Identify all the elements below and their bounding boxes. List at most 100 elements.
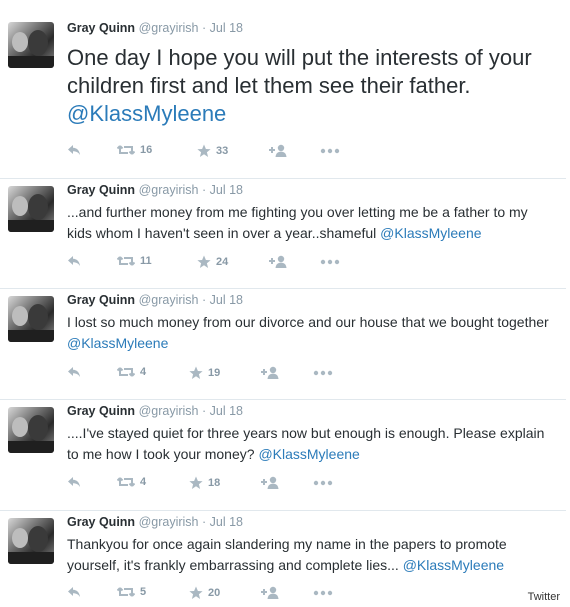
favorite-count: 24	[216, 256, 229, 268]
reply-icon	[68, 256, 80, 266]
favorite-button[interactable]: 18	[189, 476, 220, 490]
author-name[interactable]: Gray Quinn	[67, 515, 135, 529]
tweet-body: I lost so much money from our divorce an…	[67, 314, 549, 330]
author-handle[interactable]: @grayirish	[139, 183, 199, 197]
reply-icon	[68, 587, 80, 597]
follow-icon	[269, 255, 287, 268]
star-icon	[197, 255, 211, 268]
retweet-button[interactable]: 4	[117, 476, 146, 488]
more-button[interactable]	[320, 148, 340, 154]
tweet-date[interactable]: Jul 18	[210, 293, 243, 307]
tweet-date[interactable]: Jul 18	[210, 404, 243, 418]
tweet: Gray Quinn @grayirish · Jul 18 I lost so…	[0, 288, 566, 400]
follow-icon	[269, 144, 287, 157]
follow-icon	[261, 586, 279, 599]
favorite-button[interactable]: 33	[197, 144, 228, 158]
mention-link[interactable]: @KlassMyleene	[403, 557, 504, 573]
mention-link[interactable]: @KlassMyleene	[67, 101, 226, 126]
favorite-count: 20	[208, 587, 221, 599]
more-button[interactable]	[313, 590, 333, 596]
follow-icon	[261, 366, 279, 379]
author-name[interactable]: Gray Quinn	[67, 293, 135, 307]
separator: ·	[201, 515, 207, 529]
mention-link[interactable]: @KlassMyleene	[258, 446, 359, 462]
author-name[interactable]: Gray Quinn	[67, 21, 135, 35]
more-icon	[313, 370, 333, 376]
reply-icon	[68, 367, 80, 377]
avatar[interactable]	[8, 22, 54, 68]
retweet-button[interactable]: 16	[117, 144, 152, 156]
tweet-header: Gray Quinn @grayirish · Jul 18	[67, 515, 243, 529]
avatar[interactable]	[8, 407, 54, 453]
more-icon	[313, 480, 333, 486]
follow-button[interactable]	[268, 144, 288, 158]
retweet-count: 5	[140, 586, 147, 598]
tweet-body: One day I hope you will put the interest…	[67, 45, 532, 98]
image-credit: Twitter	[527, 591, 560, 603]
tweet-text: ....I've stayed quiet for three years no…	[67, 423, 556, 465]
author-name[interactable]: Gray Quinn	[67, 404, 135, 418]
tweet: Gray Quinn @grayirish · Jul 18 ....I've …	[0, 399, 566, 511]
tweet: Gray Quinn @grayirish · Jul 18 One day I…	[0, 0, 566, 179]
avatar[interactable]	[8, 296, 54, 342]
star-icon	[189, 586, 203, 599]
author-handle[interactable]: @grayirish	[139, 21, 199, 35]
star-icon	[189, 366, 203, 379]
author-handle[interactable]: @grayirish	[139, 515, 199, 529]
separator: ·	[201, 293, 207, 307]
favorite-button[interactable]: 20	[189, 586, 220, 600]
tweet-header: Gray Quinn @grayirish · Jul 18	[67, 183, 243, 197]
tweet-text: Thankyou for once again slandering my na…	[67, 534, 556, 576]
more-button[interactable]	[313, 370, 333, 376]
follow-button[interactable]	[260, 476, 280, 490]
favorite-count: 33	[216, 145, 229, 157]
tweet: Gray Quinn @grayirish · Jul 18 Thankyou …	[0, 510, 566, 607]
favorite-button[interactable]: 19	[189, 366, 220, 380]
tweet-header: Gray Quinn @grayirish · Jul 18	[67, 21, 243, 35]
follow-button[interactable]	[260, 586, 280, 600]
tweet-text: ...and further money from me fighting yo…	[67, 202, 556, 244]
tweet-date[interactable]: Jul 18	[210, 515, 243, 529]
more-icon	[320, 148, 340, 154]
follow-button[interactable]	[260, 366, 280, 380]
separator: ·	[201, 21, 207, 35]
retweet-icon	[117, 367, 135, 377]
avatar[interactable]	[8, 518, 54, 564]
reply-button[interactable]	[67, 366, 81, 378]
author-handle[interactable]: @grayirish	[139, 293, 199, 307]
tweet-text: One day I hope you will put the interest…	[67, 44, 556, 128]
star-icon	[189, 476, 203, 489]
reply-button[interactable]	[67, 144, 81, 156]
retweet-button[interactable]: 4	[117, 366, 146, 378]
retweet-count: 4	[140, 366, 147, 378]
tweet-header: Gray Quinn @grayirish · Jul 18	[67, 404, 243, 418]
tweet-date[interactable]: Jul 18	[210, 21, 243, 35]
follow-icon	[261, 476, 279, 489]
retweet-count: 4	[140, 476, 147, 488]
avatar[interactable]	[8, 186, 54, 232]
more-button[interactable]	[313, 480, 333, 486]
reply-button[interactable]	[67, 586, 81, 598]
tweet-text: I lost so much money from our divorce an…	[67, 312, 556, 354]
retweet-button[interactable]: 5	[117, 586, 146, 598]
reply-button[interactable]	[67, 255, 81, 267]
tweet-date[interactable]: Jul 18	[210, 183, 243, 197]
author-name[interactable]: Gray Quinn	[67, 183, 135, 197]
follow-button[interactable]	[268, 255, 288, 269]
more-button[interactable]	[320, 259, 340, 265]
retweet-count: 11	[140, 255, 152, 267]
tweet-header: Gray Quinn @grayirish · Jul 18	[67, 293, 243, 307]
reply-icon	[68, 145, 80, 155]
mention-link[interactable]: @KlassMyleene	[67, 335, 168, 351]
star-icon	[197, 144, 211, 157]
more-icon	[313, 590, 333, 596]
retweet-button[interactable]: 11	[117, 255, 152, 267]
retweet-count: 16	[140, 144, 153, 156]
reply-button[interactable]	[67, 476, 81, 488]
separator: ·	[201, 404, 207, 418]
tweet: Gray Quinn @grayirish · Jul 18 ...and fu…	[0, 178, 566, 289]
author-handle[interactable]: @grayirish	[139, 404, 199, 418]
favorite-button[interactable]: 24	[197, 255, 228, 269]
retweet-icon	[117, 587, 135, 597]
mention-link[interactable]: @KlassMyleene	[380, 225, 481, 241]
